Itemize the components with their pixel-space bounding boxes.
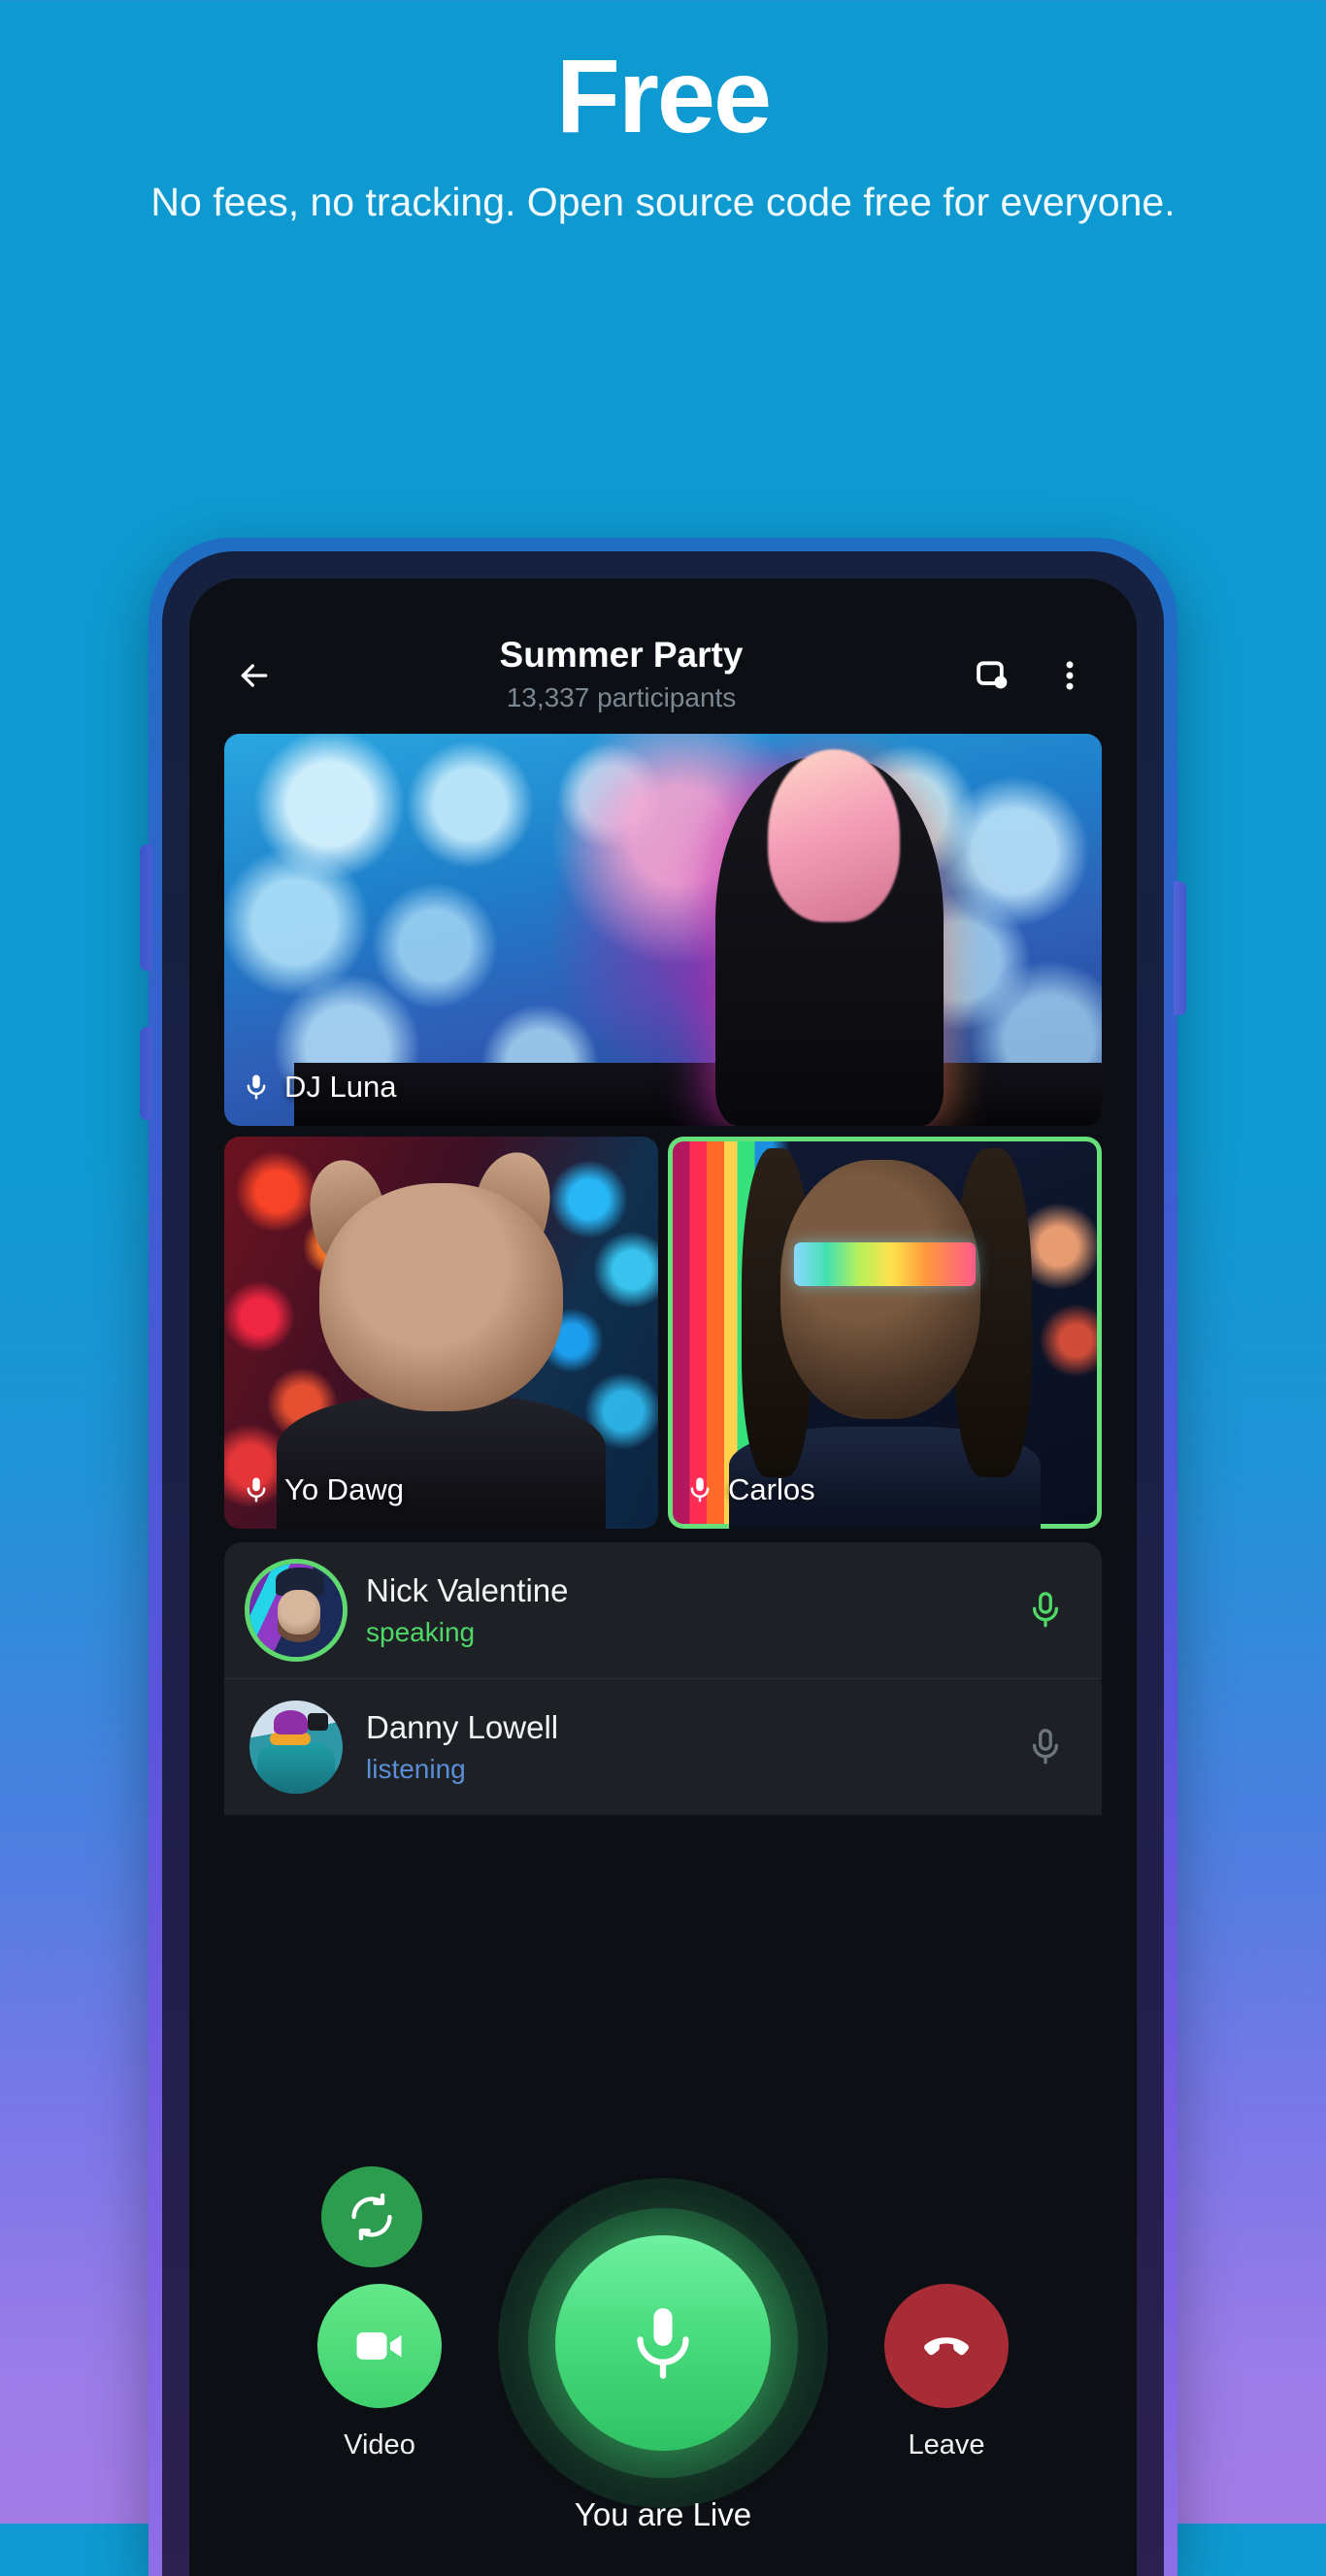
- video-toggle-label: Video: [344, 2429, 415, 2460]
- promo-title: Free: [555, 37, 772, 154]
- screen-share-icon: [974, 657, 1011, 694]
- video-tile-label: Carlos: [685, 1472, 815, 1507]
- participant-info: Nick Valentine speaking: [366, 1571, 995, 1648]
- video-tile-label: DJ Luna: [242, 1070, 396, 1105]
- screen-share-button[interactable]: [960, 644, 1024, 708]
- list-item[interactable]: Nick Valentine speaking: [224, 1542, 1102, 1678]
- promo-block: Free No fees, no tracking. Open source c…: [0, 0, 1326, 228]
- video-grid: DJ Luna Yo Dawg Carlos: [189, 734, 1137, 1529]
- mute-control: You are Live: [440, 2178, 886, 2533]
- dog-head-decoration: [319, 1183, 563, 1411]
- call-controls: Video You are Live Leave: [189, 2130, 1137, 2576]
- avatar: [249, 1701, 343, 1794]
- carlos-head-decoration: [780, 1160, 980, 1419]
- video-tile-carlos[interactable]: Carlos: [668, 1137, 1102, 1529]
- participant-mic-button[interactable]: [1018, 1727, 1073, 1767]
- back-button[interactable]: [222, 644, 286, 708]
- phone-volume-down-button: [140, 1027, 152, 1120]
- avatar-scarf-decoration: [270, 1732, 312, 1746]
- call-header: Summer Party 13,337 participants: [189, 578, 1137, 734]
- participants-count: 13,337 participants: [506, 682, 737, 713]
- phone-mockup: Summer Party 13,337 participants DJ Luna…: [140, 538, 1186, 2576]
- video-tile-yo-dawg[interactable]: Yo Dawg: [224, 1137, 658, 1529]
- leave-label: Leave: [908, 2429, 985, 2460]
- more-vertical-icon: [1051, 657, 1088, 694]
- dog-body-decoration: [276, 1395, 607, 1529]
- participant-name: Nick Valentine: [366, 1572, 569, 1609]
- participant-mic-button[interactable]: [1018, 1590, 1073, 1631]
- dj-deck-decoration: [294, 1063, 1102, 1126]
- video-tile-name: DJ Luna: [284, 1070, 397, 1104]
- video-tile-name: Yo Dawg: [284, 1472, 404, 1506]
- phone-hangup-icon: [918, 2318, 975, 2374]
- video-tile-name: Carlos: [728, 1472, 815, 1506]
- participant-name: Danny Lowell: [366, 1709, 559, 1746]
- phone-screen: Summer Party 13,337 participants DJ Luna…: [189, 578, 1137, 2576]
- avatar-face-decoration: [277, 1589, 320, 1635]
- participant-status: speaking: [366, 1617, 476, 1647]
- header-actions: [960, 644, 1102, 708]
- video-tile-dj-luna[interactable]: DJ Luna: [224, 734, 1102, 1126]
- flip-camera-button[interactable]: [321, 2166, 422, 2267]
- microphone-icon: [242, 1475, 271, 1504]
- list-item[interactable]: Danny Lowell listening: [224, 1678, 1102, 1815]
- phone-volume-up-button: [140, 844, 152, 971]
- call-title-block: Summer Party 13,337 participants: [286, 635, 960, 716]
- avatar: [249, 1564, 343, 1657]
- dj-hair-decoration: [768, 749, 901, 922]
- leave-control: Leave: [865, 2284, 1028, 2461]
- video-tile-row: Yo Dawg Carlos: [224, 1137, 1102, 1529]
- participant-status: listening: [366, 1754, 466, 1784]
- video-toggle-control: Video: [298, 2284, 461, 2461]
- participant-info: Danny Lowell listening: [366, 1708, 995, 1785]
- more-options-button[interactable]: [1038, 644, 1102, 708]
- avatar-coat-decoration: [256, 1741, 336, 1794]
- microphone-icon: [1025, 1590, 1066, 1631]
- microphone-icon: [620, 2300, 706, 2386]
- arrow-left-icon: [235, 656, 274, 695]
- video-camera-icon: [350, 2317, 409, 2375]
- carlos-visor-decoration: [793, 1242, 977, 1286]
- phone-power-button: [1174, 881, 1186, 1015]
- participant-list: Nick Valentine speaking Danny Lowell lis…: [224, 1542, 1102, 1815]
- video-tile-label: Yo Dawg: [242, 1472, 404, 1507]
- avatar-hat-decoration: [273, 1709, 308, 1734]
- promo-subtitle: No fees, no tracking. Open source code f…: [150, 179, 1176, 224]
- microphone-icon: [1025, 1727, 1066, 1767]
- microphone-icon: [685, 1475, 714, 1504]
- leave-button[interactable]: [884, 2284, 1009, 2408]
- mute-button[interactable]: [498, 2178, 828, 2508]
- flip-camera-icon: [347, 2192, 397, 2242]
- video-toggle-button[interactable]: [317, 2284, 442, 2408]
- microphone-icon: [242, 1073, 271, 1102]
- avatar-camera-decoration: [307, 1713, 328, 1731]
- call-title: Summer Party: [499, 635, 744, 676]
